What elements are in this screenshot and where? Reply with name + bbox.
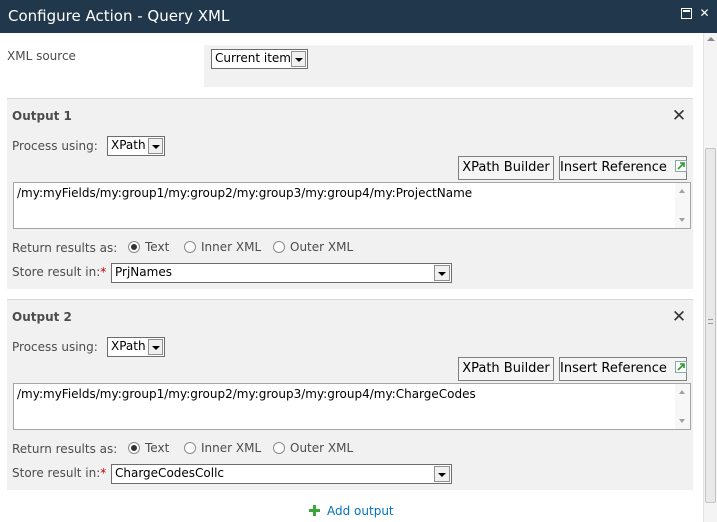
radio-inner-xml[interactable] (184, 241, 196, 253)
scroll-up-icon[interactable] (707, 37, 715, 41)
radio-inner-xml-label: Inner XML (201, 240, 262, 254)
output-title: Output 2 (12, 310, 72, 324)
chevron-down-icon[interactable] (291, 51, 306, 67)
chevron-down-icon[interactable] (434, 265, 450, 281)
store-result-select[interactable]: ChargeCodesCollc (111, 464, 452, 484)
store-result-text: Store result in: (12, 466, 101, 480)
xpath-builder-button[interactable]: XPath Builder (458, 357, 554, 381)
dialog-scrollbar[interactable] (703, 33, 717, 522)
chevron-down-icon[interactable] (148, 138, 163, 154)
output-panel-2: Output 2 ✕ Process using: XPath XPath Bu… (7, 299, 693, 490)
add-output-link[interactable]: Add output (309, 504, 394, 518)
insert-reference-button[interactable]: Insert Reference (559, 156, 688, 180)
add-output-label: Add output (327, 504, 394, 518)
remove-output-icon[interactable]: ✕ (670, 308, 688, 326)
insert-reference-label: Insert Reference (560, 361, 667, 376)
radio-outer-xml[interactable] (273, 241, 285, 253)
maximize-icon[interactable] (681, 8, 692, 19)
return-results-label: Return results as: (12, 442, 118, 456)
xml-source-value: Current item (215, 51, 291, 65)
radio-text-label: Text (145, 240, 170, 254)
radio-inner-xml-label: Inner XML (201, 441, 262, 455)
required-mark: * (100, 265, 107, 279)
insert-reference-icon (675, 361, 688, 373)
xpath-textarea[interactable]: /my:myFields/my:group1/my:group2/my:grou… (13, 383, 691, 430)
title-bar: Configure Action - Query XML ✕ (0, 0, 717, 33)
insert-reference-label: Insert Reference (560, 160, 667, 175)
radio-text-label: Text (145, 441, 170, 455)
remove-output-icon[interactable]: ✕ (670, 107, 688, 125)
output-title: Output 1 (12, 109, 72, 123)
return-results-label: Return results as: (12, 241, 118, 255)
window-title: Configure Action - Query XML (8, 7, 230, 25)
dialog-content: XML source Current item Output 1 ✕ Proce… (0, 33, 703, 522)
xpath-textarea[interactable]: /my:myFields/my:group1/my:group2/my:grou… (13, 182, 691, 229)
xml-source-label: XML source (7, 49, 76, 63)
process-using-label: Process using: (12, 139, 98, 153)
xpath-builder-label: XPath Builder (462, 160, 550, 175)
close-icon[interactable]: ✕ (699, 7, 710, 19)
textarea-scrollbar[interactable] (675, 384, 690, 429)
scroll-up-icon[interactable] (679, 390, 685, 394)
required-mark: * (100, 466, 107, 480)
scrollbar-thumb[interactable] (705, 148, 716, 503)
output-panel-1: Output 1 ✕ Process using: XPath XPath Bu… (7, 98, 693, 289)
radio-text[interactable] (128, 442, 140, 454)
xpath-builder-label: XPath Builder (462, 361, 550, 376)
insert-reference-icon (675, 160, 688, 172)
radio-outer-xml-label: Outer XML (290, 441, 354, 455)
store-result-label: Store result in:* (12, 466, 106, 480)
xml-source-panel: Current item (204, 45, 693, 87)
store-result-value: PrjNames (115, 265, 172, 279)
xml-source-select[interactable]: Current item (211, 49, 308, 69)
chevron-down-icon[interactable] (434, 466, 450, 482)
scroll-down-icon[interactable] (679, 218, 685, 222)
radio-text[interactable] (128, 241, 140, 253)
scroll-up-icon[interactable] (679, 189, 685, 193)
radio-outer-xml-label: Outer XML (290, 240, 354, 254)
process-using-select[interactable]: XPath (107, 136, 165, 156)
process-using-value: XPath (111, 138, 146, 152)
add-icon (309, 505, 320, 516)
process-using-select[interactable]: XPath (107, 337, 165, 357)
process-using-value: XPath (111, 339, 146, 353)
grip-icon (708, 319, 713, 324)
radio-inner-xml[interactable] (184, 442, 196, 454)
store-result-label: Store result in:* (12, 265, 106, 279)
store-result-value: ChargeCodesCollc (115, 466, 225, 480)
chevron-down-icon[interactable] (148, 339, 163, 355)
process-using-label: Process using: (12, 340, 98, 354)
xpath-value: /my:myFields/my:group1/my:group2/my:grou… (17, 387, 476, 401)
scroll-down-icon[interactable] (679, 419, 685, 423)
radio-outer-xml[interactable] (273, 442, 285, 454)
store-result-select[interactable]: PrjNames (111, 263, 452, 283)
xpath-builder-button[interactable]: XPath Builder (458, 156, 554, 180)
insert-reference-button[interactable]: Insert Reference (559, 357, 688, 381)
store-result-text: Store result in: (12, 265, 101, 279)
textarea-scrollbar[interactable] (675, 183, 690, 228)
xpath-value: /my:myFields/my:group1/my:group2/my:grou… (17, 186, 473, 200)
